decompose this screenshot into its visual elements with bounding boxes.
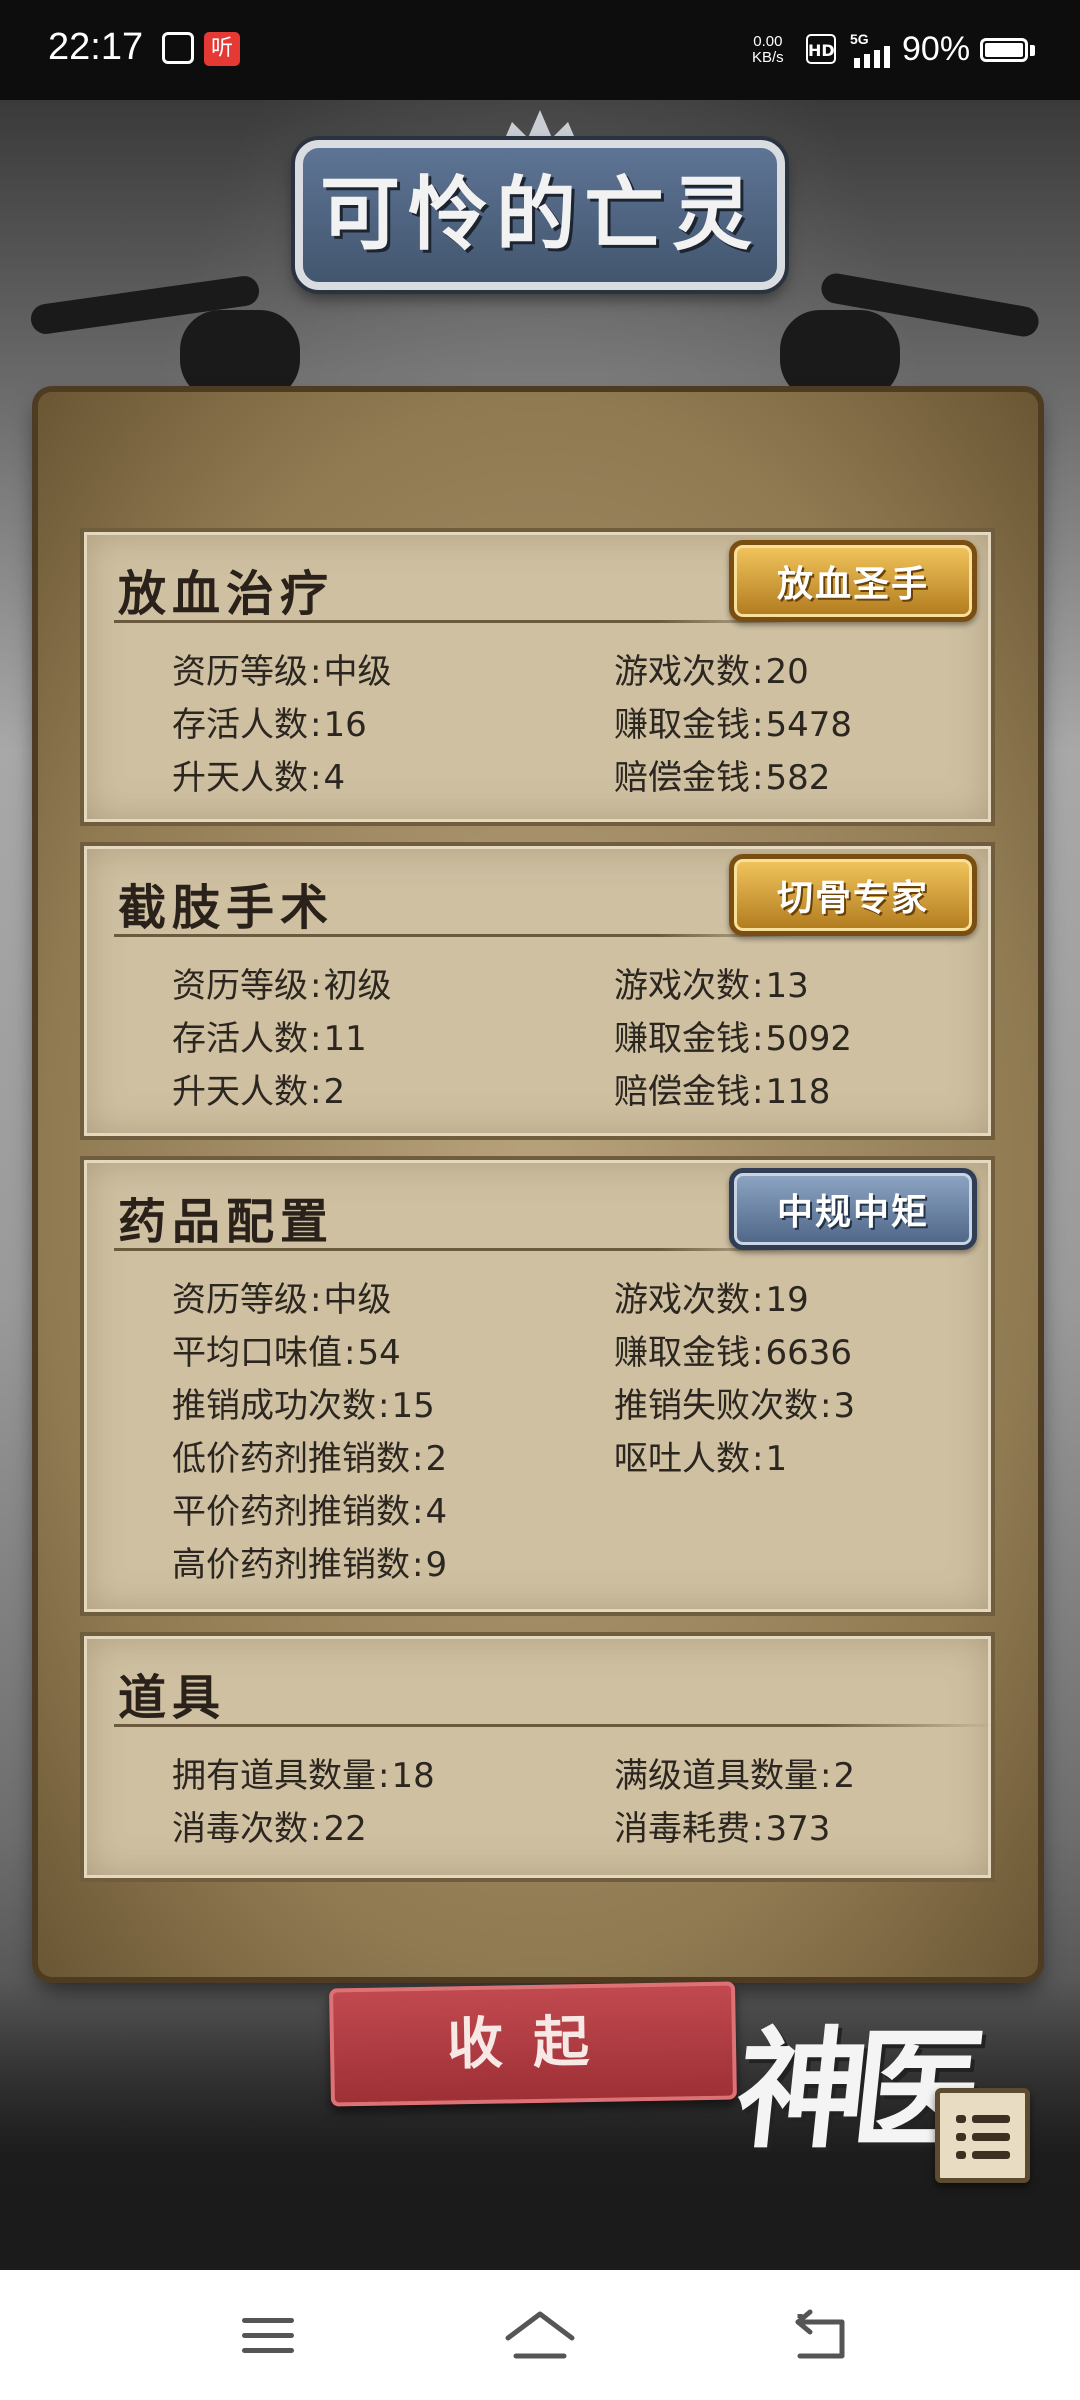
stat-item: 资历等级:中级	[172, 652, 392, 692]
status-bar: 22:17 听 0.00 KB/s HD 5G 90%	[0, 0, 1080, 100]
collapse-button[interactable]: 收起	[329, 1981, 737, 2107]
stat-item: 呕吐人数:1	[614, 1439, 788, 1479]
branch-decoration	[180, 310, 300, 400]
stat-item: 满级道具数量:2	[614, 1756, 856, 1796]
net-speed: 0.00 KB/s	[752, 33, 784, 66]
title-banner: 可怜的亡灵	[295, 110, 785, 300]
section-title: 道具	[118, 1670, 227, 1726]
stat-item: 赔偿金钱:582	[614, 758, 831, 798]
stat-item: 拥有道具数量:18	[172, 1756, 435, 1796]
achievement-badge[interactable]: 放血圣手	[729, 540, 977, 622]
stat-item: 游戏次数:19	[614, 1280, 809, 1320]
section-title: 药品配置	[118, 1194, 335, 1250]
stat-item: 游戏次数:13	[614, 966, 809, 1006]
battery-icon	[980, 38, 1028, 62]
stat-item: 存活人数:11	[172, 1019, 367, 1059]
status-time: 22:17	[48, 26, 144, 68]
section-bloodletting: 放血治疗 放血圣手 资历等级:中级 游戏次数:20 存活人数:16 赚取金钱:5…	[80, 528, 995, 826]
stat-item: 赚取金钱:5092	[614, 1019, 852, 1059]
signal-icon: 5G	[850, 31, 890, 68]
stat-item: 平均口味值:54	[172, 1333, 401, 1373]
stat-item: 升天人数:2	[172, 1072, 346, 1112]
stat-item: 资历等级:中级	[172, 1280, 392, 1320]
hd-icon: HD	[806, 34, 836, 64]
stat-item: 推销成功次数:15	[172, 1386, 435, 1426]
stat-item: 赔偿金钱:118	[614, 1072, 831, 1112]
branch-decoration	[780, 310, 900, 400]
hamburger-icon[interactable]	[232, 2300, 312, 2370]
section-title: 放血治疗	[118, 566, 335, 622]
home-icon[interactable]	[500, 2300, 580, 2370]
page-title: 可怜的亡灵	[320, 168, 760, 261]
stat-item: 升天人数:4	[172, 758, 346, 798]
gallery-notification-icon	[162, 32, 194, 64]
system-nav-bar	[0, 2270, 1080, 2400]
section-medicine: 药品配置 中规中矩 资历等级:中级 游戏次数:19 平均口味值:54 赚取金钱:…	[80, 1156, 995, 1616]
listen-app-icon: 听	[204, 32, 240, 66]
back-icon[interactable]	[782, 2300, 862, 2370]
list-menu-icon[interactable]	[935, 2088, 1030, 2183]
stat-item: 平价药剂推销数:4	[172, 1492, 448, 1532]
stat-item: 游戏次数:20	[614, 652, 809, 692]
svg-text:5G: 5G	[850, 31, 869, 47]
stat-item: 推销失败次数:3	[614, 1386, 856, 1426]
stat-item: 低价药剂推销数:2	[172, 1439, 448, 1479]
stat-item: 存活人数:16	[172, 705, 367, 745]
stat-item: 高价药剂推销数:9	[172, 1545, 448, 1585]
achievement-badge[interactable]: 中规中矩	[729, 1168, 977, 1250]
stat-item: 赚取金钱:5478	[614, 705, 852, 745]
section-items: 道具 拥有道具数量:18 满级道具数量:2 消毒次数:22 消毒耗费:373	[80, 1632, 995, 1882]
achievement-badge[interactable]: 切骨专家	[729, 854, 977, 936]
stat-item: 赚取金钱:6636	[614, 1333, 852, 1373]
stat-item: 消毒耗费:373	[614, 1809, 831, 1849]
stat-item: 资历等级:初级	[172, 966, 392, 1006]
section-title: 截肢手术	[118, 880, 335, 936]
stat-item: 消毒次数:22	[172, 1809, 367, 1849]
battery-percent: 90%	[902, 30, 971, 68]
section-amputation: 截肢手术 切骨专家 资历等级:初级 游戏次数:13 存活人数:11 赚取金钱:5…	[80, 842, 995, 1140]
